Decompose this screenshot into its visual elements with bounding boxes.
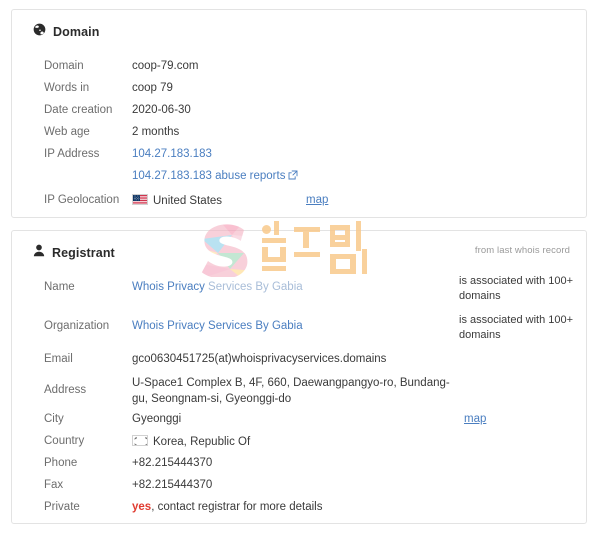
registrant-city-value: Gyeonggi xyxy=(132,413,182,425)
row-label: Private xyxy=(44,501,80,513)
row-value: 2020-06-30 xyxy=(132,104,191,116)
table-row-country: Country Korea, Republic Of xyxy=(12,435,586,453)
table-row-city: City Gyeonggi map xyxy=(12,413,586,431)
us-flag-icon xyxy=(132,194,148,205)
table-row: Web age 2 months xyxy=(12,126,586,144)
registrant-fax-value: +82.215444370 xyxy=(132,479,213,491)
geolocation-map-link[interactable]: map xyxy=(306,194,328,206)
row-label: Email xyxy=(44,353,73,365)
row-value: Korea, Republic Of xyxy=(132,435,250,448)
city-map-link[interactable]: map xyxy=(464,413,486,425)
registrant-email-value: gco0630451725(at)whoisprivacyservices.do… xyxy=(132,353,387,365)
registrant-organization-link[interactable]: Whois Privacy Services By Gabia xyxy=(132,320,303,332)
row-label: IP Geolocation xyxy=(44,194,120,206)
globe-icon xyxy=(33,23,46,41)
row-label: Name xyxy=(44,281,75,293)
table-row: Domain coop-79.com xyxy=(12,60,586,78)
kr-flag-icon xyxy=(132,435,148,446)
row-value: coop-79.com xyxy=(132,60,199,72)
row-value: coop 79 xyxy=(132,82,173,94)
row-label: Country xyxy=(44,435,85,447)
row-value: yes, contact registrar for more details xyxy=(132,501,322,513)
registrant-country-value: Korea, Republic Of xyxy=(153,436,251,448)
registrant-name-link[interactable]: Whois Privacy Services By Gabia xyxy=(132,281,303,293)
name-association-note: is associated with 100+ domains xyxy=(459,275,574,302)
row-value: Whois Privacy Services By Gabia xyxy=(132,320,303,332)
row-label: Web age xyxy=(44,126,90,138)
registrant-address-value: U-Space1 Complex B, 4F, 660, Daewangpang… xyxy=(132,377,450,405)
table-row-email: Email gco0630451725(at)whoisprivacyservi… xyxy=(12,353,586,371)
registrant-panel-title: Registrant xyxy=(52,246,115,260)
row-label: Organization xyxy=(44,320,110,332)
row-label: Date creation xyxy=(44,104,113,116)
external-link-icon xyxy=(288,170,298,183)
table-row-private: Private yes, contact registrar for more … xyxy=(12,501,586,519)
whois-record-note: from last whois record xyxy=(474,245,570,256)
table-row-fax: Fax +82.215444370 xyxy=(12,479,586,497)
row-value: 2 months xyxy=(132,126,180,138)
domain-panel-title: Domain xyxy=(53,25,100,39)
table-row-phone: Phone +82.215444370 xyxy=(12,457,586,475)
table-row-geolocation: IP Geolocation United States map xyxy=(12,194,586,212)
table-row-abuse-reports: 104.27.183.183 abuse reports xyxy=(12,170,586,188)
row-value: Whois Privacy Services By Gabia xyxy=(132,281,303,293)
registrant-panel-header: Registrant xyxy=(33,244,115,262)
user-icon xyxy=(33,244,45,262)
table-row-address: Address U-Space1 Complex B, 4F, 660, Dae… xyxy=(12,375,586,409)
private-status-text: , contact registrar for more details xyxy=(151,501,323,513)
ip-address-link[interactable]: 104.27.183.183 xyxy=(132,148,212,160)
table-row-name: Name Whois Privacy Services By Gabia is … xyxy=(12,275,586,302)
row-value: United States xyxy=(132,194,222,207)
row-label: Fax xyxy=(44,479,64,491)
private-status-badge: yes xyxy=(132,501,152,513)
organization-association-note: is associated with 100+ domains xyxy=(459,314,574,341)
row-label: Domain xyxy=(44,60,84,72)
domain-panel-header: Domain xyxy=(33,23,99,41)
row-label: City xyxy=(44,413,64,425)
registrant-phone-value: +82.215444370 xyxy=(132,457,213,469)
row-value: 104.27.183.183 xyxy=(132,148,212,160)
registrant-name-faded: Services By Gabia xyxy=(204,281,303,293)
table-row: Words in coop 79 xyxy=(12,82,586,100)
row-label: Phone xyxy=(44,457,78,469)
geolocation-country-label: United States xyxy=(153,195,223,207)
row-label: Address xyxy=(44,384,87,396)
row-label: Words in xyxy=(44,82,90,94)
abuse-reports-label: 104.27.183.183 abuse reports xyxy=(132,170,286,182)
registrant-panel: Registrant from last whois record Name W… xyxy=(11,230,587,524)
domain-panel: Domain Domain coop-79.com Words in coop … xyxy=(11,9,587,218)
row-value: 104.27.183.183 abuse reports xyxy=(132,170,298,183)
table-row: Date creation 2020-06-30 xyxy=(12,104,586,122)
registrant-name-strong: Whois Privacy xyxy=(132,281,205,293)
table-row-organization: Organization Whois Privacy Services By G… xyxy=(12,314,586,341)
abuse-reports-link[interactable]: 104.27.183.183 abuse reports xyxy=(132,170,298,182)
table-row-ip-address: IP Address 104.27.183.183 xyxy=(12,148,586,166)
row-label: IP Address xyxy=(44,148,100,160)
